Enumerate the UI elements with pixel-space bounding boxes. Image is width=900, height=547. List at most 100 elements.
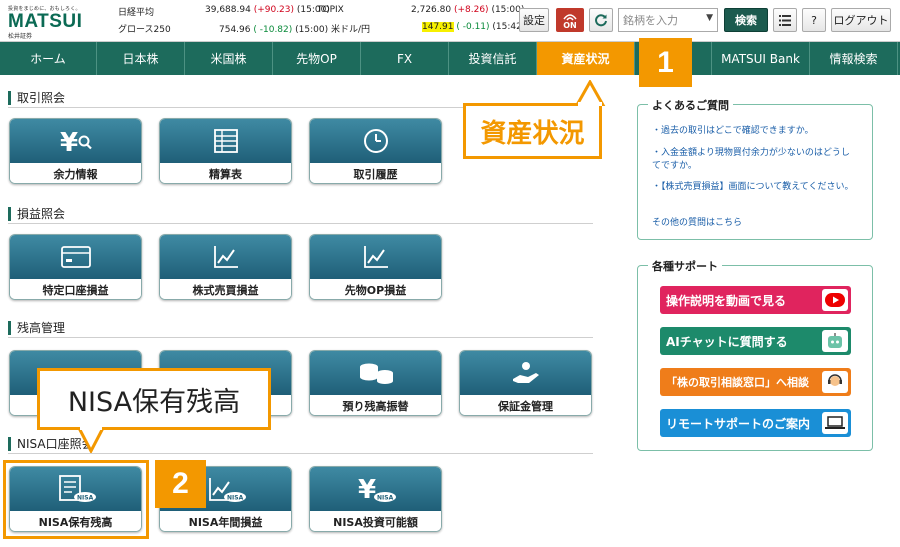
section-divider	[8, 453, 593, 454]
line-chart-icon	[363, 246, 388, 268]
callout-pointer	[76, 427, 106, 453]
svg-text:NISA: NISA	[377, 495, 394, 502]
nisa-yen-icon: ¥ NISA	[358, 475, 396, 504]
tile-label: 特定口座損益	[10, 279, 141, 299]
nav-futures-options[interactable]: 先物OP	[273, 42, 361, 75]
support-consultation-button[interactable]: 「株の取引相談窓口」へ相談	[660, 368, 851, 396]
index-nikkei: 日経平均	[118, 8, 155, 18]
section-title-trade-inquiry: 取引照会	[8, 91, 65, 105]
help-button[interactable]: ?	[802, 8, 826, 32]
faq-panel: よくあるご質問 ・過去の取引はどこで確認できますか。 ・入金金額より現物買付余力…	[637, 97, 873, 240]
tile-label: 取引履歴	[310, 163, 441, 183]
tile-label: 保証金管理	[460, 395, 591, 415]
callout-nisa-holdings: NISA保有残高	[37, 368, 271, 430]
tile-futures-op-pnl[interactable]: 先物OP損益	[309, 234, 442, 300]
svg-text:NISA: NISA	[227, 495, 244, 502]
tile-trade-history[interactable]: 取引履歴	[309, 118, 442, 184]
support-title: 各種サポート	[648, 258, 722, 274]
tile-label: 余力情報	[10, 163, 141, 183]
settings-button[interactable]: 設定	[519, 8, 549, 32]
matsui-logo[interactable]: 投資をまじめに、おもしろく。 MATSUI 松井証券	[8, 5, 96, 40]
laptop-icon	[822, 412, 848, 434]
faq-item[interactable]: ・入金金額より現物買付余力が少ないのはどうしてですか。	[652, 147, 857, 173]
signal-icon	[563, 14, 577, 21]
index-topix-values: 2,726.80 (+8.26) (15:00)	[411, 5, 525, 15]
search-button[interactable]: 検索	[724, 8, 768, 32]
tile-buying-power[interactable]: ¥ 余力情報	[9, 118, 142, 184]
tile-label: 精算表	[160, 163, 291, 183]
callout-nisa-holdings-text: NISA保有残高	[67, 386, 241, 418]
svg-text:¥: ¥	[358, 475, 376, 504]
index-nikkei-values: 39,688.94 (+90.23) (15:00)	[205, 5, 330, 15]
search-placeholder: 銘柄を入力	[623, 14, 678, 27]
faq-more-link[interactable]: その他の質問はこちら	[652, 217, 857, 230]
tile-label: NISA年間損益	[160, 511, 291, 531]
step-badge-1: 1	[639, 38, 692, 87]
logo-name: MATSUI	[8, 11, 83, 32]
support-ai-chat-button[interactable]: AIチャットに質問する	[660, 327, 851, 355]
tile-deposit-transfer[interactable]: 預り残高振替	[309, 350, 442, 416]
index-growth250-values: 754.96 ( -10.82) (15:00) 米ドル/円	[219, 25, 371, 35]
header: 投資をまじめに、おもしろく。 MATSUI 松井証券 日経平均 39,688.9…	[0, 0, 900, 42]
callout-pointer	[574, 80, 606, 106]
support-button-label: 操作説明を動画で見る	[666, 293, 787, 308]
nav-japan-stocks[interactable]: 日本株	[97, 42, 185, 75]
index-topix: TOPIX	[317, 5, 344, 15]
main-nav: ホーム 日本株 米国株 先物OP FX 投資信託 資産状況 MATSUI Ban…	[0, 42, 900, 75]
section-divider	[8, 337, 593, 338]
list-icon	[779, 14, 791, 26]
robot-icon	[822, 330, 848, 352]
section-title-pnl-inquiry: 損益照会	[8, 207, 65, 221]
nav-investment-trust[interactable]: 投資信託	[449, 42, 537, 75]
svg-text:¥: ¥	[60, 128, 78, 155]
support-remote-button[interactable]: リモートサポートのご案内	[660, 409, 851, 437]
nisa-chart-icon: NISA	[208, 478, 246, 502]
coins-icon	[359, 363, 393, 384]
section-title-balance-management: 残高管理	[8, 321, 65, 335]
tile-label: 株式売買損益	[160, 279, 291, 299]
step-badge-2: 2	[155, 460, 206, 508]
tile-settlement-sheet[interactable]: 精算表	[159, 118, 292, 184]
faq-item[interactable]: ・過去の取引はどこで確認できますか。	[652, 125, 857, 138]
callout-asset-status-text: 資産状況	[480, 118, 585, 149]
section-divider	[8, 223, 593, 224]
operator-icon	[822, 371, 848, 393]
nav-home[interactable]: ホーム	[0, 42, 97, 75]
on-label: ON	[563, 21, 577, 30]
play-icon	[822, 289, 848, 311]
card-icon	[60, 246, 91, 268]
tile-label: NISA投資可能額	[310, 511, 441, 531]
search-input[interactable]: 銘柄を入力 ▼	[618, 8, 718, 32]
index-growth250: グロース250	[118, 25, 171, 35]
tile-margin-management[interactable]: 保証金管理	[459, 350, 592, 416]
nav-info-search[interactable]: 情報検索	[810, 42, 898, 75]
support-video-button[interactable]: 操作説明を動画で見る	[660, 286, 851, 314]
chevron-down-icon: ▼	[706, 13, 713, 23]
support-button-label: AIチャットに質問する	[666, 334, 788, 349]
table-icon	[213, 129, 238, 153]
line-chart-icon	[213, 246, 238, 268]
clock-icon	[363, 129, 388, 153]
logout-button[interactable]: ログアウト	[831, 8, 891, 32]
tile-specific-account-pnl[interactable]: 特定口座損益	[9, 234, 142, 300]
tile-stock-trading-pnl[interactable]: 株式売買損益	[159, 234, 292, 300]
on-toggle[interactable]: ON	[556, 8, 584, 32]
support-panel: 各種サポート 操作説明を動画で見る AIチャットに質問する 「株の取引相談窓口」…	[637, 258, 873, 451]
refresh-button[interactable]	[589, 8, 613, 32]
tile-nisa-investable[interactable]: ¥ NISA NISA投資可能額	[309, 466, 442, 532]
nav-matsui-bank[interactable]: MATSUI Bank	[712, 42, 810, 75]
nav-asset-status[interactable]: 資産状況	[537, 42, 635, 75]
support-button-label: 「株の取引相談窓口」へ相談	[666, 376, 809, 389]
refresh-icon	[595, 14, 607, 27]
support-button-label: リモートサポートのご案内	[666, 416, 811, 431]
faq-item[interactable]: ・【株式売買損益】画面について教えてください。	[652, 181, 857, 194]
nav-us-stocks[interactable]: 米国株	[185, 42, 273, 75]
tile-label: 先物OP損益	[310, 279, 441, 299]
nisa-holdings-highlight	[3, 460, 149, 539]
index-usdjpy-values: 147.91 ( -0.11) (15:42)	[422, 22, 526, 32]
faq-title: よくあるご質問	[648, 97, 733, 113]
yen-search-icon: ¥	[60, 128, 92, 155]
menu-button[interactable]	[773, 8, 797, 32]
nav-fx[interactable]: FX	[361, 42, 449, 75]
tile-label: 預り残高振替	[310, 395, 441, 415]
